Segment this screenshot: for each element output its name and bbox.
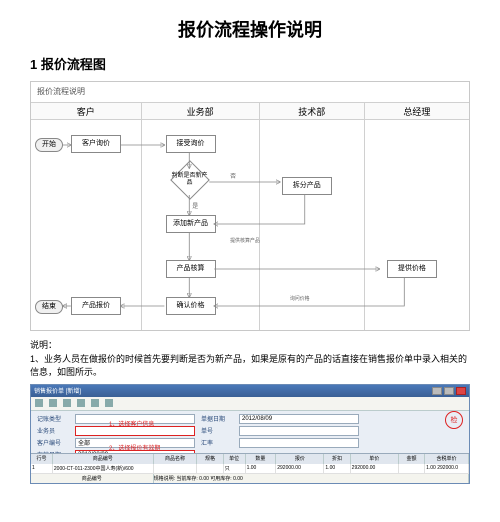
node-quote: 产品报价: [71, 297, 121, 315]
node-add-new: 添加新产品: [166, 215, 216, 233]
window-title: 销售报价单 [新增]: [34, 386, 81, 395]
grid-footer: 商品编号 规格说明: 当前库存: 0.00 可用库存: 0.00: [31, 474, 469, 484]
stamp-icon: 检: [445, 411, 463, 429]
section-1-heading: 1 报价流程图: [30, 54, 470, 73]
node-split: 拆分产品: [282, 177, 332, 195]
node-start: 开始: [35, 138, 63, 152]
toolbar-icon[interactable]: [35, 399, 43, 407]
lane-gm: 总经理: [365, 102, 469, 120]
toolbar-icon[interactable]: [49, 399, 57, 407]
lane-customer: 客户: [31, 102, 141, 120]
window-close-button[interactable]: [456, 387, 466, 395]
label-record-type: 记账类型: [37, 414, 69, 423]
page-title: 报价流程操作说明: [30, 16, 470, 42]
field-rate[interactable]: [239, 438, 359, 448]
annotation-2: 2、选择报价有效期: [109, 443, 160, 452]
label-docno: 单号: [201, 426, 233, 435]
node-judge: 判断是否新产品: [170, 168, 210, 192]
label-cust: 客户编号: [37, 438, 69, 447]
window-min-button[interactable]: [432, 387, 442, 395]
label-rate: 汇率: [201, 438, 233, 447]
window-max-button[interactable]: [444, 387, 454, 395]
node-cost: 产品核算: [166, 260, 216, 278]
lane-tech: 技术部: [260, 102, 364, 120]
toolbar-icon[interactable]: [105, 399, 113, 407]
toolbar-icon[interactable]: [63, 399, 71, 407]
flowchart-label: 报价流程说明: [37, 86, 85, 97]
node-end: 结束: [35, 300, 63, 314]
node-confirm: 确认价格: [166, 297, 216, 315]
field-docno[interactable]: [239, 426, 359, 436]
desc-body: 1、业务人员在做报价的时候首先要判断是否为新产品，如果是原有的产品的话直接在销售…: [30, 353, 470, 380]
lane-business: 业务部: [142, 102, 259, 120]
node-customer-inquire: 客户询价: [71, 135, 121, 153]
toolbar: [31, 397, 469, 411]
flowchart-container: 报价流程说明 客户 开始 客户询价 结束 产品报价 业务部 接受询价 判断是否新…: [30, 81, 470, 331]
annotation-1: 1、选择客户信息: [109, 419, 154, 428]
window-titlebar: 销售报价单 [新增]: [31, 385, 469, 397]
grid-row[interactable]: 1 2000-CT-011-2300中国人寿(新)/600 只 1.00 292…: [31, 464, 469, 474]
desc-head: 说明：: [30, 339, 470, 353]
app-screenshot: 销售报价单 [新增] 记账类型 单据日期 2012/08/09 业务员 单号: [30, 384, 470, 484]
field-date[interactable]: 2012/08/09: [239, 414, 359, 424]
node-receive: 接受询价: [166, 135, 216, 153]
grid-header: 行号 商品编号 商品名称 规格 单位 数量 报价 折扣 单价 金额 含税单价: [31, 454, 469, 464]
label-date: 单据日期: [201, 414, 233, 423]
toolbar-icon[interactable]: [91, 399, 99, 407]
toolbar-icon[interactable]: [77, 399, 85, 407]
data-grid: 行号 商品编号 商品名称 规格 单位 数量 报价 折扣 单价 金额 含税单价 1…: [31, 453, 469, 483]
label-sales: 业务员: [37, 426, 69, 435]
node-provide: 提供价格: [387, 260, 437, 278]
description: 说明： 1、业务人员在做报价的时候首先要判断是否为新产品，如果是原有的产品的话直…: [30, 339, 470, 380]
